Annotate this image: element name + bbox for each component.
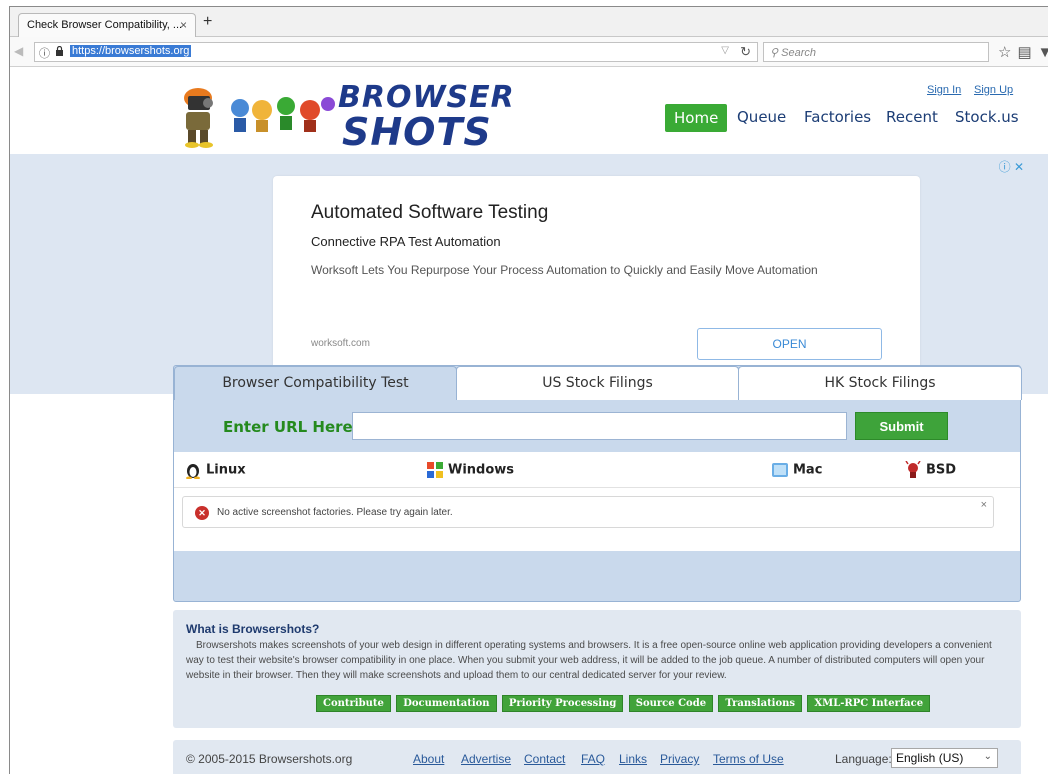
os-linux[interactable]: Linux bbox=[184, 461, 246, 479]
contribute-button[interactable]: Contribute bbox=[316, 695, 391, 712]
tab-close-icon[interactable]: × bbox=[180, 18, 187, 32]
chevron-down-icon: ⌄ bbox=[983, 751, 992, 762]
search-input[interactable]: ⚲ Search bbox=[763, 42, 989, 62]
panel-content: ✕ No active screenshot factories. Please… bbox=[174, 488, 1020, 551]
reading-list-icon[interactable]: ▤ bbox=[1017, 44, 1037, 61]
about-title: What is Browsershots? bbox=[186, 622, 320, 636]
logo-text-shots: SHOTS bbox=[342, 110, 492, 154]
about-buttons: Contribute Documentation Priority Proces… bbox=[316, 695, 932, 712]
panel-tabs: Browser Compatibility Test US Stock Fili… bbox=[174, 366, 1022, 400]
back-icon[interactable]: ◀ bbox=[14, 44, 30, 60]
os-linux-label: Linux bbox=[206, 462, 246, 478]
error-icon: ✕ bbox=[195, 506, 209, 520]
footer-link-links[interactable]: Links bbox=[619, 752, 647, 766]
site-logo[interactable]: BROWSER SHOTS bbox=[170, 78, 514, 154]
os-mac[interactable]: Mac bbox=[771, 461, 822, 479]
mac-icon bbox=[772, 463, 788, 477]
os-windows-label: Windows bbox=[448, 462, 515, 478]
source-code-button[interactable]: Source Code bbox=[628, 695, 714, 712]
bsd-icon bbox=[905, 461, 921, 478]
footer-link-terms[interactable]: Terms of Use bbox=[713, 752, 784, 766]
search-icon: ⚲ bbox=[770, 47, 779, 59]
ad-info-close-icon[interactable]: ⓘ ✕ bbox=[999, 158, 1024, 175]
ad-domain: worksoft.com bbox=[311, 338, 370, 349]
bookmark-star-icon[interactable]: ☆ bbox=[998, 44, 1017, 61]
browser-tab[interactable]: Check Browser Compatibility, ... × bbox=[18, 13, 196, 38]
info-icon[interactable]: ⓘ bbox=[39, 45, 50, 61]
tab-hk-stock-filings[interactable]: HK Stock Filings bbox=[738, 366, 1022, 400]
url-label: Enter URL Here: bbox=[223, 418, 359, 436]
alert-close-icon[interactable]: × bbox=[981, 499, 987, 511]
about-section: What is Browsershots? Browsershots makes… bbox=[173, 610, 1021, 728]
os-bsd[interactable]: BSD bbox=[904, 461, 956, 479]
language-select[interactable]: English (US) ⌄ bbox=[891, 748, 998, 768]
os-windows[interactable]: Windows bbox=[426, 461, 514, 479]
reload-icon[interactable]: ↻ bbox=[740, 44, 751, 60]
footer-link-privacy[interactable]: Privacy bbox=[660, 752, 699, 766]
address-bar[interactable]: ⓘ https://browsershots.org ▽ ↻ bbox=[34, 42, 758, 62]
toolbar-icons: ☆▤▼ bbox=[998, 43, 1048, 61]
pocket-icon[interactable]: ▼ bbox=[1038, 44, 1048, 61]
ad-description: Worksoft Lets You Repurpose Your Process… bbox=[311, 263, 818, 277]
about-text: Browsershots makes screenshots of your w… bbox=[186, 640, 992, 681]
url-text[interactable]: https://browsershots.org bbox=[70, 45, 192, 57]
error-message: No active screenshot factories. Please t… bbox=[217, 507, 453, 518]
os-bsd-label: BSD bbox=[926, 462, 957, 478]
nav-home[interactable]: Home bbox=[665, 104, 728, 132]
sign-in-link[interactable]: Sign In bbox=[927, 84, 961, 96]
translations-button[interactable]: Translations bbox=[718, 695, 803, 712]
tab-us-stock-filings[interactable]: US Stock Filings bbox=[456, 366, 739, 400]
url-row: Enter URL Here: Submit bbox=[174, 400, 1020, 452]
footer: © 2005-2015 Browsershots.org About Adver… bbox=[173, 740, 1021, 774]
windows-icon bbox=[427, 462, 443, 478]
test-panel: Browser Compatibility Test US Stock Fili… bbox=[173, 365, 1022, 602]
dropdown-icon[interactable]: ▽ bbox=[721, 45, 729, 56]
lock-icon bbox=[56, 46, 63, 56]
xml-rpc-interface-button[interactable]: XML-RPC Interface bbox=[807, 695, 931, 712]
footer-link-about[interactable]: About bbox=[413, 752, 444, 766]
os-mac-label: Mac bbox=[793, 462, 823, 478]
browser-window: Check Browser Compatibility, ... × + ◀ ⓘ… bbox=[9, 6, 1048, 774]
tab-browser-compatibility[interactable]: Browser Compatibility Test bbox=[174, 366, 457, 400]
tab-strip: Check Browser Compatibility, ... × + bbox=[10, 7, 1048, 38]
search-placeholder: Search bbox=[781, 47, 816, 59]
footer-link-advertise[interactable]: Advertise bbox=[461, 752, 511, 766]
copyright: © 2005-2015 Browsershots.org bbox=[186, 752, 353, 766]
url-input[interactable] bbox=[352, 412, 847, 440]
error-alert: ✕ No active screenshot factories. Please… bbox=[182, 496, 994, 528]
ad-open-button[interactable]: OPEN bbox=[697, 328, 882, 360]
photographer-mascot-icon bbox=[184, 88, 213, 148]
os-row: Linux Windows Mac BSD bbox=[174, 452, 1020, 488]
site-page: BROWSER SHOTS Sign In Sign Up Home Queue… bbox=[10, 68, 1048, 774]
priority-processing-button[interactable]: Priority Processing bbox=[501, 695, 624, 712]
ad-title[interactable]: Automated Software Testing bbox=[311, 202, 548, 224]
submit-button[interactable]: Submit bbox=[855, 412, 948, 440]
browser-mascots-icon bbox=[231, 97, 335, 132]
language-label: Language: bbox=[835, 752, 892, 766]
footer-link-faq[interactable]: FAQ bbox=[581, 752, 605, 766]
nav-stock[interactable]: Stock.us bbox=[955, 108, 1019, 126]
language-value: English (US) bbox=[896, 751, 964, 765]
tab-title: Check Browser Compatibility, ... bbox=[27, 19, 183, 31]
nav-recent[interactable]: Recent bbox=[886, 108, 938, 126]
sign-up-link[interactable]: Sign Up bbox=[974, 84, 1013, 96]
documentation-button[interactable]: Documentation bbox=[396, 695, 497, 712]
linux-icon bbox=[186, 464, 200, 479]
new-tab-button[interactable]: + bbox=[203, 13, 212, 31]
navigation-bar: ◀ ⓘ https://browsershots.org ▽ ↻ ⚲ Searc… bbox=[10, 37, 1048, 67]
footer-link-contact[interactable]: Contact bbox=[524, 752, 565, 766]
nav-factories[interactable]: Factories bbox=[804, 108, 871, 126]
ad-subtitle: Connective RPA Test Automation bbox=[311, 234, 501, 249]
nav-queue[interactable]: Queue bbox=[737, 108, 786, 126]
